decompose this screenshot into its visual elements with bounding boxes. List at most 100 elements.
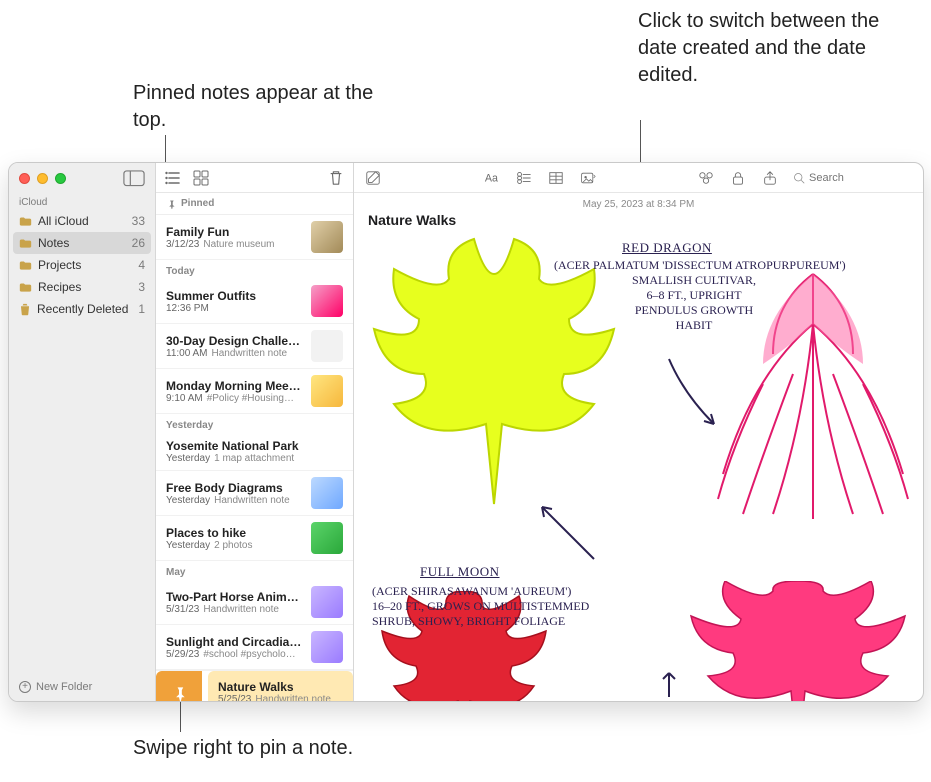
note-date-line[interactable]: May 25, 2023 at 8:34 PM (354, 193, 923, 212)
note-row-may-0[interactable]: Two-Part Horse Anima… 5/31/23 Handwritten… (156, 580, 353, 625)
arrow-to-full-moon (534, 499, 604, 569)
svg-text:Aa: Aa (484, 172, 497, 184)
pin-icon (166, 199, 176, 209)
callout-date-toggle: Click to switch between the date created… (638, 8, 898, 89)
note-thumbnail (311, 586, 343, 618)
gallery-view-button[interactable] (192, 169, 210, 187)
swipe-pin-action[interactable] (156, 671, 202, 701)
note-row-yesterday-0[interactable]: Yosemite National Park Yesterday1 map at… (156, 433, 353, 471)
note-date: Yesterday (166, 453, 210, 464)
close-window-button[interactable] (19, 173, 30, 184)
arrow-to-red-dragon (664, 354, 724, 434)
note-row-today-0[interactable]: Summer Outfits 12:36 PM (156, 279, 353, 324)
note-title: 30-Day Design Challen… (166, 334, 303, 348)
table-icon (548, 170, 564, 186)
note-preview: Handwritten note (203, 604, 279, 615)
note-thumbnail (311, 221, 343, 253)
handwriting-red-dragon-title: RED DRAGON (622, 240, 712, 256)
note-date: 5/31/23 (166, 604, 199, 615)
callout-swipe-leader (180, 700, 181, 732)
note-title: Places to hike (166, 526, 303, 540)
note-date: 9:10 AM (166, 393, 203, 404)
delete-note-button[interactable] (327, 169, 345, 187)
note-canvas[interactable]: RED DRAGON (ACER PALMATUM 'DISSECTUM ATR… (354, 234, 923, 701)
lock-icon (730, 170, 746, 186)
callout-swipe: Swipe right to pin a note. (133, 735, 353, 762)
pinned-label: Pinned (181, 198, 214, 209)
note-date: 5/29/23 (166, 649, 199, 660)
sidebar-section-label: iCloud (9, 193, 155, 210)
note-thumbnail (311, 375, 343, 407)
note-row-swipe[interactable]: Nature Walks 5/25/23Handwritten note (156, 670, 353, 701)
note-thumbnail (311, 477, 343, 509)
search-field[interactable] (793, 172, 913, 184)
callout-pinned: Pinned notes appear at the top. (133, 80, 393, 134)
drawing-pink-maple (683, 581, 913, 701)
note-title: Nature Walks (218, 680, 343, 694)
sidebar-item-count: 4 (138, 258, 145, 272)
sidebar-item-label: Recently Deleted (37, 302, 128, 316)
pinned-section-header: Pinned (156, 193, 353, 215)
sidebar-item-label: Recipes (38, 280, 81, 294)
compose-icon (365, 170, 381, 186)
format-icon: Aa (484, 170, 500, 186)
format-button[interactable]: Aa (483, 169, 501, 187)
zoom-window-button[interactable] (55, 173, 66, 184)
search-input[interactable] (809, 172, 899, 184)
checklist-button[interactable] (515, 169, 533, 187)
sidebar-item-projects[interactable]: Projects 4 (9, 254, 155, 276)
sidebar-item-label: Projects (38, 258, 81, 272)
note-title: Monday Morning Meeting (166, 379, 303, 393)
handwriting-red-dragon-body: (ACER PALMATUM 'DISSECTUM ATROPURPUREUM'… (554, 258, 834, 333)
sidebar-item-recipes[interactable]: Recipes 3 (9, 276, 155, 298)
sidebar-item-notes[interactable]: Notes 26 (13, 232, 151, 254)
new-folder-button[interactable]: + New Folder (9, 673, 155, 701)
sidebar-toggle-icon[interactable] (123, 170, 145, 186)
note-row-may-1[interactable]: Sunlight and Circadian… 5/29/23#school #… (156, 625, 353, 670)
note-row-yesterday-2[interactable]: Places to hike Yesterday2 photos (156, 516, 353, 561)
notes-list-column: Pinned Family Fun 3/12/23Nature museum T… (156, 163, 354, 701)
handwriting-full-moon-title: FULL MOON (420, 564, 500, 580)
note-row-yesterday-1[interactable]: Free Body Diagrams Yesterday Handwritten … (156, 471, 353, 516)
sidebar-item-all-icloud[interactable]: All iCloud 33 (9, 210, 155, 232)
arrow-bottom (654, 669, 684, 699)
note-preview: Handwritten note (212, 348, 288, 359)
search-icon (793, 172, 805, 184)
note-date: 3/12/23 (166, 239, 199, 250)
table-button[interactable] (547, 169, 565, 187)
note-preview: #school #psycholo… (203, 649, 295, 660)
plus-icon: + (19, 681, 31, 693)
note-thumbnail (311, 631, 343, 663)
window-controls (9, 163, 155, 193)
note-date: Yesterday (166, 540, 210, 551)
grid-icon (193, 170, 209, 186)
sidebar-item-count: 33 (132, 214, 145, 228)
note-row-today-1[interactable]: 30-Day Design Challen… 11:00 AMHandwritt… (156, 324, 353, 369)
lock-button[interactable] (729, 169, 747, 187)
note-title: Summer Outfits (166, 289, 303, 303)
note-row-today-2[interactable]: Monday Morning Meeting 9:10 AM #Policy #H… (156, 369, 353, 414)
note-date: Yesterday (166, 495, 210, 506)
note-thumbnail (311, 330, 343, 362)
pin-icon (171, 685, 187, 701)
note-title: Free Body Diagrams (166, 481, 303, 495)
note-preview: 1 map attachment (214, 453, 294, 464)
note-row-pinned-0[interactable]: Family Fun 3/12/23Nature museum (156, 215, 353, 260)
collaborate-button[interactable] (697, 169, 715, 187)
media-button[interactable] (579, 169, 597, 187)
notes-list-scroll[interactable]: Pinned Family Fun 3/12/23Nature museum T… (156, 193, 353, 701)
group-header-today: Today (156, 260, 353, 279)
note-thumbnail (311, 522, 343, 554)
list-icon (165, 170, 181, 186)
compose-button[interactable] (364, 169, 382, 187)
share-button[interactable] (761, 169, 779, 187)
note-preview: #Policy #Housing… (207, 393, 294, 404)
sidebar-item-count: 26 (132, 236, 145, 250)
minimize-window-button[interactable] (37, 173, 48, 184)
sidebar-item-recently-deleted[interactable]: Recently Deleted 1 (9, 298, 155, 320)
note-title: Two-Part Horse Anima… (166, 590, 303, 604)
note-title: Family Fun (166, 225, 303, 239)
list-view-button[interactable] (164, 169, 182, 187)
note-preview: Handwritten note (214, 495, 290, 506)
link-icon (698, 170, 714, 186)
